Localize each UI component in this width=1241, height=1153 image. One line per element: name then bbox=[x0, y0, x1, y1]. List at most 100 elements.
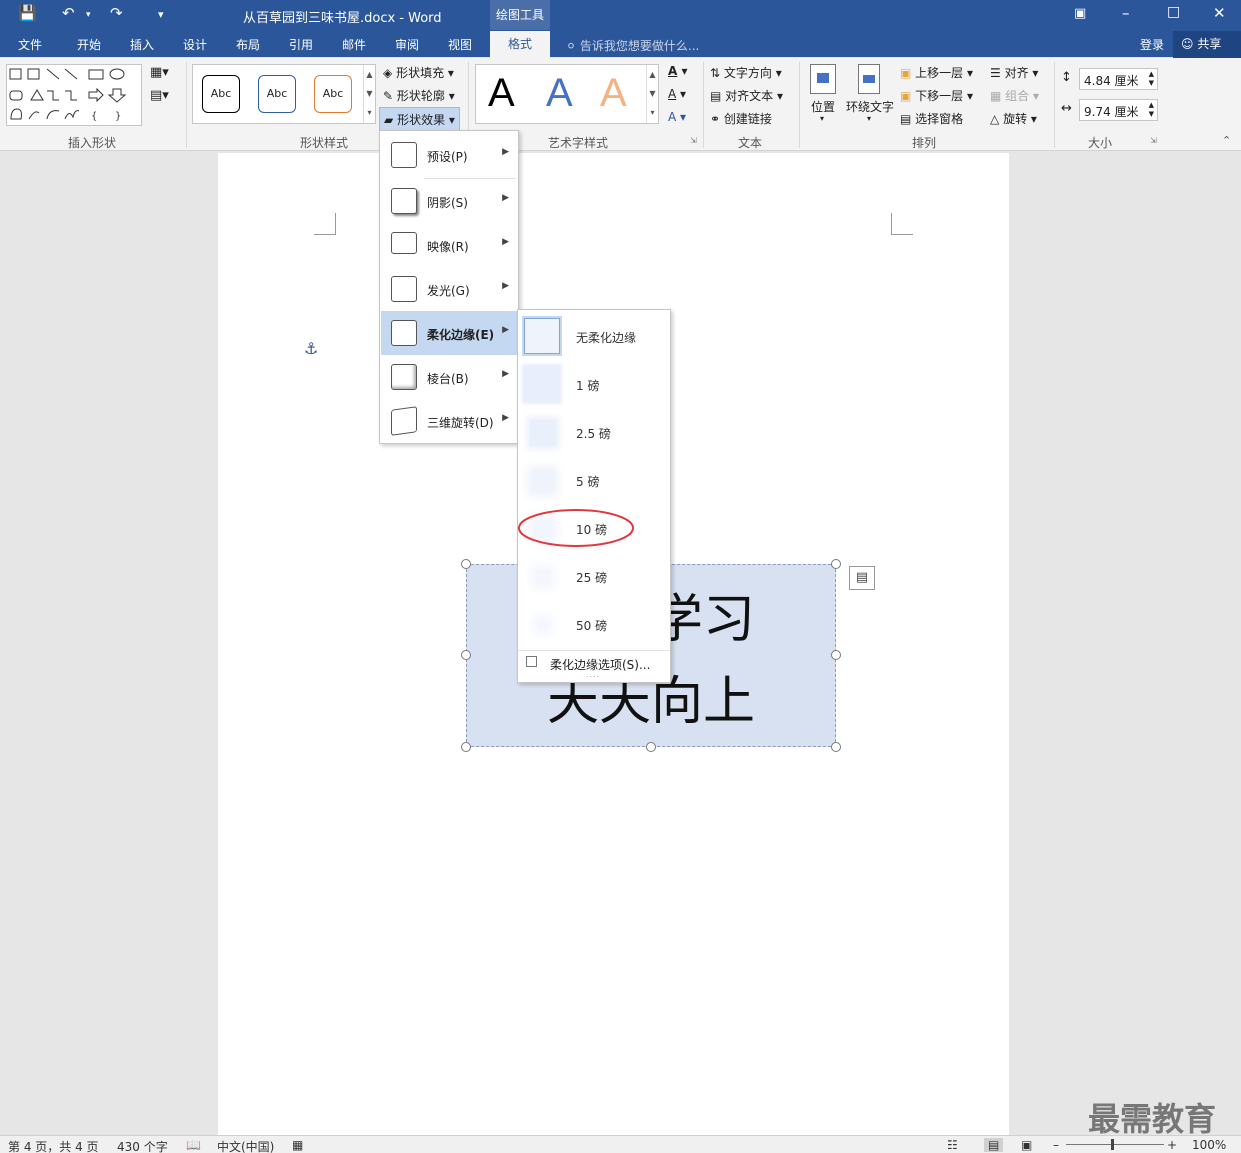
resize-handle-sw[interactable] bbox=[461, 742, 471, 752]
edit-shape-icon[interactable]: ▦▾ bbox=[150, 65, 169, 80]
wordart-orange[interactable]: A bbox=[600, 71, 627, 116]
menu-item-reflection[interactable]: 映像(R) ▶ bbox=[381, 223, 517, 267]
menu-item-preset[interactable]: 预设(P) ▶ bbox=[381, 133, 517, 177]
resize-grip-icon[interactable]: .... bbox=[586, 670, 600, 679]
wrap-text-button[interactable]: 环绕文字 bbox=[846, 98, 894, 115]
bring-forward-button[interactable]: ▣ 上移一层 ▾ bbox=[900, 64, 973, 81]
menu-item-glow[interactable]: 发光(G) ▶ bbox=[381, 267, 517, 311]
style-sample-blue[interactable]: Abc bbox=[258, 75, 296, 113]
tab-mailings[interactable]: 邮件 bbox=[342, 36, 366, 53]
position-dropdown-icon[interactable]: ▾ bbox=[820, 114, 824, 123]
zoom-slider[interactable] bbox=[1066, 1144, 1164, 1145]
proofing-icon[interactable]: 📖 bbox=[186, 1138, 201, 1152]
shape-outline-button[interactable]: ✎ 形状轮廓 ▾ bbox=[383, 87, 455, 104]
undo-icon[interactable]: ↶ bbox=[62, 4, 75, 22]
page-count[interactable]: 第 4 页，共 4 页 bbox=[8, 1138, 99, 1153]
print-layout-icon[interactable]: ▤ bbox=[984, 1138, 1004, 1152]
soft-edge-2-5pt[interactable]: 2.5 磅 bbox=[518, 408, 670, 456]
soft-edge-50pt[interactable]: 50 磅 bbox=[518, 600, 670, 648]
ribbon-display-icon[interactable]: ▣ bbox=[1074, 6, 1086, 21]
word-count[interactable]: 430 个字 bbox=[117, 1138, 168, 1153]
text-outline-icon[interactable]: A ▾ bbox=[668, 87, 686, 101]
shapes-gallery[interactable]: {} bbox=[6, 64, 142, 126]
menu-item-shadow[interactable]: 阴影(S) ▶ bbox=[381, 179, 517, 223]
wordart-scroll[interactable]: ▲ ▼ ▾ bbox=[646, 65, 658, 123]
customize-toolbar-icon[interactable]: ▾ bbox=[158, 8, 164, 21]
login-link[interactable]: 登录 bbox=[1140, 36, 1164, 53]
tab-insert[interactable]: 插入 bbox=[130, 36, 154, 53]
rotate-button[interactable]: △ 旋转 ▾ bbox=[990, 110, 1037, 127]
read-mode-icon[interactable]: ☷ bbox=[947, 1138, 958, 1152]
tab-home[interactable]: 开始 bbox=[77, 36, 101, 53]
redo-icon[interactable]: ↷ bbox=[110, 4, 123, 22]
tell-me-box[interactable]: ⚪ 告诉我您想要做什么... bbox=[566, 37, 699, 54]
resize-handle-s[interactable] bbox=[646, 742, 656, 752]
soft-edge-5pt[interactable]: 5 磅 bbox=[518, 456, 670, 504]
width-spinner-icon[interactable]: ▲ ▼ bbox=[1149, 101, 1154, 119]
web-layout-icon[interactable]: ▣ bbox=[1021, 1138, 1032, 1152]
zoom-slider-thumb[interactable] bbox=[1111, 1139, 1114, 1150]
wordart-gallery[interactable]: A A A ▲ ▼ ▾ bbox=[475, 64, 659, 124]
undo-dropdown-icon[interactable]: ▾ bbox=[86, 10, 91, 20]
resize-handle-e[interactable] bbox=[831, 650, 841, 660]
shape-effects-button[interactable]: ▰ 形状效果 ▾ bbox=[379, 107, 460, 132]
wordart-launcher-icon[interactable]: ⇲ bbox=[690, 136, 697, 145]
drawing-tools-context: 绘图工具 bbox=[490, 0, 550, 30]
zoom-out-icon[interactable]: – bbox=[1053, 1138, 1059, 1152]
send-backward-button[interactable]: ▣ 下移一层 ▾ bbox=[900, 87, 973, 104]
save-icon[interactable]: 💾 bbox=[18, 4, 37, 22]
tab-view[interactable]: 视图 bbox=[448, 36, 472, 53]
tab-format[interactable]: 格式 bbox=[490, 31, 550, 58]
gallery-scroll[interactable]: ▲ ▼ ▾ bbox=[363, 65, 375, 123]
soft-edge-2-5pt-label: 2.5 磅 bbox=[576, 427, 611, 441]
height-input[interactable]: 4.84 厘米 ▲ ▼ bbox=[1079, 68, 1158, 90]
align-text-button[interactable]: ▤ 对齐文本 ▾ bbox=[710, 87, 783, 104]
zoom-level[interactable]: 100% bbox=[1192, 1138, 1226, 1152]
position-button[interactable]: 位置 bbox=[811, 98, 835, 115]
tab-layout[interactable]: 布局 bbox=[236, 36, 260, 53]
style-sample-orange[interactable]: Abc bbox=[314, 75, 352, 113]
selection-pane-button[interactable]: ▤ 选择窗格 bbox=[900, 110, 963, 127]
soft-edge-1pt[interactable]: 1 磅 bbox=[518, 360, 670, 408]
height-spinner-icon[interactable]: ▲ ▼ bbox=[1149, 70, 1154, 88]
share-button[interactable]: ☺ 共享 bbox=[1173, 31, 1241, 58]
create-link-button[interactable]: ⚭ 创建链接 bbox=[710, 110, 772, 127]
menu-item-3d-rotation[interactable]: 三维旋转(D) ▶ bbox=[381, 399, 517, 443]
pencil-icon: ✎ bbox=[383, 89, 394, 103]
text-effects-icon[interactable]: A ▾ bbox=[668, 110, 686, 124]
width-input[interactable]: 9.74 厘米 ▲ ▼ bbox=[1079, 99, 1158, 121]
wrap-text-dropdown-icon[interactable]: ▾ bbox=[867, 114, 871, 123]
soft-edge-25pt[interactable]: 25 磅 bbox=[518, 552, 670, 600]
tab-file[interactable]: 文件 bbox=[18, 36, 42, 53]
zoom-in-icon[interactable]: + bbox=[1167, 1138, 1177, 1152]
resize-handle-w[interactable] bbox=[461, 650, 471, 660]
text-direction-button[interactable]: ⇅ 文字方向 ▾ bbox=[710, 64, 782, 81]
size-launcher-icon[interactable]: ⇲ bbox=[1150, 136, 1157, 145]
resize-handle-se[interactable] bbox=[831, 742, 841, 752]
shape-fill-button[interactable]: ◈ 形状填充 ▾ bbox=[383, 64, 454, 81]
maximize-icon[interactable]: □ bbox=[1167, 4, 1180, 20]
tab-review[interactable]: 审阅 bbox=[395, 36, 419, 53]
close-icon[interactable]: ✕ bbox=[1213, 4, 1226, 22]
wordart-blue[interactable]: A bbox=[546, 71, 573, 116]
menu-item-bevel[interactable]: 棱台(B) ▶ bbox=[381, 355, 517, 399]
language-indicator[interactable]: 中文(中国) bbox=[217, 1138, 274, 1153]
text-fill-icon[interactable]: A ▾ bbox=[668, 64, 688, 78]
soft-edge-none[interactable]: 无柔化边缘 bbox=[518, 312, 670, 360]
tab-references[interactable]: 引用 bbox=[289, 36, 313, 53]
resize-handle-nw[interactable] bbox=[461, 559, 471, 569]
layout-options-icon[interactable]: ▤ bbox=[849, 566, 875, 590]
shape-styles-gallery[interactable]: Abc Abc Abc ▲ ▼ ▾ bbox=[192, 64, 376, 124]
menu-item-soft-edges[interactable]: 柔化边缘(E) ▶ bbox=[381, 311, 517, 355]
draw-textbox-icon[interactable]: ▤▾ bbox=[150, 88, 169, 103]
align-button[interactable]: ☰ 对齐 ▾ bbox=[990, 64, 1038, 81]
minimize-icon[interactable]: – bbox=[1122, 4, 1130, 22]
collapse-ribbon-icon[interactable]: ⌃ bbox=[1222, 134, 1231, 147]
tab-design[interactable]: 设计 bbox=[183, 36, 207, 53]
group-button[interactable]: ▦ 组合 ▾ bbox=[990, 87, 1039, 104]
resize-handle-ne[interactable] bbox=[831, 559, 841, 569]
rotate-label: 旋转 bbox=[1003, 112, 1028, 126]
macro-icon[interactable]: ▦ bbox=[292, 1138, 303, 1152]
style-sample-black[interactable]: Abc bbox=[202, 75, 240, 113]
wordart-black[interactable]: A bbox=[488, 71, 515, 116]
